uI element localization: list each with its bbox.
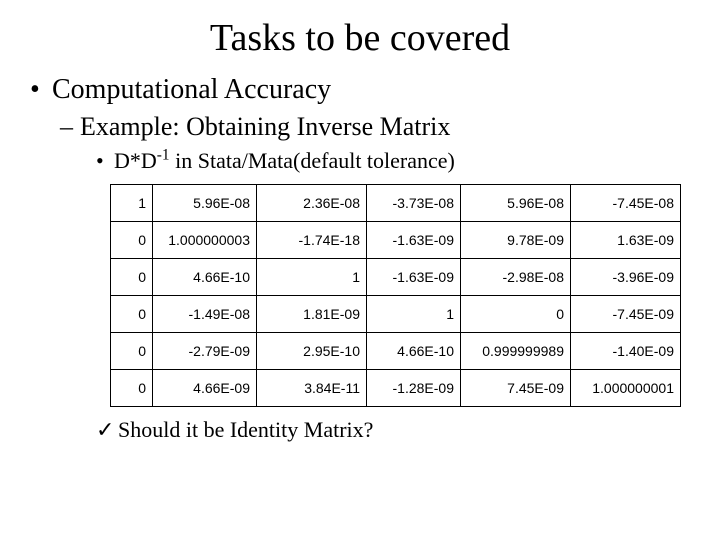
table-cell: 1.63E-09 bbox=[571, 222, 681, 259]
matrix-table: 15.96E-082.36E-08-3.73E-085.96E-08-7.45E… bbox=[110, 184, 681, 407]
slide-title: Tasks to be covered bbox=[0, 16, 720, 60]
table-cell: -2.98E-08 bbox=[461, 259, 571, 296]
bullet3-sup: -1 bbox=[157, 147, 170, 164]
table-cell: -1.40E-09 bbox=[571, 333, 681, 370]
dash-marker: – bbox=[60, 112, 80, 142]
table-row: 01.000000003-1.74E-18-1.63E-099.78E-091.… bbox=[111, 222, 681, 259]
table-cell: 4.66E-10 bbox=[367, 333, 461, 370]
table-cell: 1.000000003 bbox=[153, 222, 257, 259]
table-cell: 1 bbox=[257, 259, 367, 296]
table-cell: 2.95E-10 bbox=[257, 333, 367, 370]
table-row: 04.66E-101-1.63E-09-2.98E-08-3.96E-09 bbox=[111, 259, 681, 296]
bullet-level3: •D*D-1 in Stata/Mata(default tolerance) bbox=[96, 148, 720, 174]
table-cell: 1 bbox=[367, 296, 461, 333]
table-cell: 0 bbox=[111, 296, 153, 333]
table-cell: 0 bbox=[111, 333, 153, 370]
table-cell: 4.66E-09 bbox=[153, 370, 257, 407]
table-cell: 0 bbox=[461, 296, 571, 333]
table-cell: 7.45E-09 bbox=[461, 370, 571, 407]
table-row: 0-2.79E-092.95E-104.66E-100.999999989-1.… bbox=[111, 333, 681, 370]
bullet-marker-small: • bbox=[96, 148, 114, 174]
table-cell: 1.000000001 bbox=[571, 370, 681, 407]
bullet-level2: –Example: Obtaining Inverse Matrix bbox=[60, 112, 720, 142]
table-cell: 1.81E-09 bbox=[257, 296, 367, 333]
table-cell: 1 bbox=[111, 185, 153, 222]
bullet3-post: in Stata/Mata(default tolerance) bbox=[170, 148, 455, 173]
table-cell: 2.36E-08 bbox=[257, 185, 367, 222]
bullet3-pre: D*D bbox=[114, 148, 157, 173]
table-cell: -3.73E-08 bbox=[367, 185, 461, 222]
table-cell: -7.45E-09 bbox=[571, 296, 681, 333]
table-cell: 4.66E-10 bbox=[153, 259, 257, 296]
table-row: 04.66E-093.84E-11-1.28E-097.45E-091.0000… bbox=[111, 370, 681, 407]
table-cell: 0 bbox=[111, 370, 153, 407]
table-cell: 0 bbox=[111, 222, 153, 259]
bullet1-text: Computational Accuracy bbox=[52, 74, 331, 105]
table-cell: 0 bbox=[111, 259, 153, 296]
table-cell: 9.78E-09 bbox=[461, 222, 571, 259]
table-cell: -1.63E-09 bbox=[367, 259, 461, 296]
bullet-level1: •Computational Accuracy bbox=[30, 74, 720, 106]
bullet-marker: • bbox=[30, 74, 52, 106]
table-cell: -1.28E-09 bbox=[367, 370, 461, 407]
table-row: 15.96E-082.36E-08-3.73E-085.96E-08-7.45E… bbox=[111, 185, 681, 222]
table-row: 0-1.49E-081.81E-0910-7.45E-09 bbox=[111, 296, 681, 333]
checkline-text: Should it be Identity Matrix? bbox=[118, 417, 373, 442]
table-cell: 5.96E-08 bbox=[461, 185, 571, 222]
table-cell: 3.84E-11 bbox=[257, 370, 367, 407]
table-cell: 5.96E-08 bbox=[153, 185, 257, 222]
table-cell: -7.45E-08 bbox=[571, 185, 681, 222]
check-line: ✓Should it be Identity Matrix? bbox=[96, 417, 720, 443]
table-cell: -2.79E-09 bbox=[153, 333, 257, 370]
table-cell: -1.74E-18 bbox=[257, 222, 367, 259]
table-cell: -1.49E-08 bbox=[153, 296, 257, 333]
check-icon: ✓ bbox=[96, 417, 118, 443]
table-cell: -1.63E-09 bbox=[367, 222, 461, 259]
table-cell: -3.96E-09 bbox=[571, 259, 681, 296]
table-cell: 0.999999989 bbox=[461, 333, 571, 370]
bullet2-text: Example: Obtaining Inverse Matrix bbox=[80, 112, 450, 141]
